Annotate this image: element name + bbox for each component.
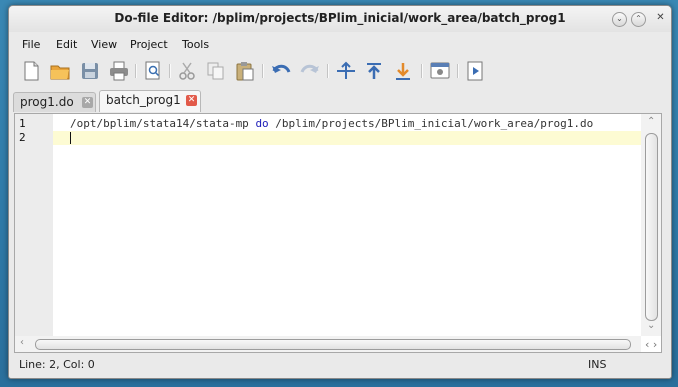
close-tab-icon[interactable]: ✕ (82, 97, 93, 108)
toolbar (9, 56, 671, 86)
scroll-down-icon[interactable]: ⌄ (647, 320, 655, 331)
current-line-highlight (53, 131, 641, 145)
copy-icon[interactable] (205, 60, 227, 82)
menu-tools[interactable]: Tools (182, 38, 209, 51)
line-number: 1 (19, 117, 26, 130)
status-bar: Line: 2, Col: 0 INS (9, 354, 671, 376)
do-file-editor-window: Do-file Editor: /bplim/projects/BPlim_in… (8, 5, 672, 379)
tab-batch-prog1[interactable]: batch_prog1 ✕ (99, 90, 201, 112)
shift-down-icon[interactable] (392, 60, 414, 82)
code-text: /opt/bplim/stata14/stata-mp (70, 117, 256, 130)
insert-mode-indicator: INS (588, 358, 607, 371)
tab-batch-prog1-label: batch_prog1 (106, 93, 181, 107)
menu-file[interactable]: File (22, 38, 40, 51)
find-icon[interactable] (142, 60, 164, 82)
horizontal-scrollbar[interactable]: ‹ (15, 336, 641, 352)
menu-edit[interactable]: Edit (56, 38, 77, 51)
minimize-icon[interactable]: ⌄ (612, 12, 627, 27)
paste-icon[interactable] (234, 60, 256, 82)
code-text: /bplim/projects/BPlim_inicial/work_area/… (268, 117, 594, 130)
execute-icon[interactable] (464, 60, 486, 82)
print-icon[interactable] (108, 60, 130, 82)
keyword-do: do (255, 117, 269, 130)
text-caret (70, 132, 71, 144)
cursor-position: Line: 2, Col: 0 (19, 358, 95, 371)
line-number-gutter: 1 2 (15, 114, 53, 352)
indent-icon[interactable] (335, 60, 357, 82)
tab-prog1[interactable]: prog1.do ✕ (13, 92, 96, 112)
line-number: 2 (19, 131, 26, 144)
cut-icon[interactable] (176, 60, 198, 82)
toolbar-separator (262, 64, 264, 78)
new-file-icon[interactable] (20, 60, 42, 82)
scroll-up-icon[interactable]: ⌃ (647, 116, 655, 127)
close-icon[interactable]: ✕ (654, 12, 667, 25)
maximize-icon[interactable]: ⌃ (631, 12, 646, 27)
toolbar-separator (135, 64, 137, 78)
scroll-left-icon[interactable]: ‹ (20, 337, 24, 348)
save-icon[interactable] (79, 60, 101, 82)
vertical-scroll-thumb[interactable] (645, 133, 658, 321)
open-folder-icon[interactable] (49, 60, 71, 82)
toolbar-separator (169, 64, 171, 78)
close-tab-icon[interactable]: ✕ (186, 95, 197, 106)
code-line-1[interactable]: /opt/bplim/stata14/stata-mp do /bplim/pr… (70, 117, 593, 130)
tab-prog1-label: prog1.do (20, 95, 74, 109)
toolbar-separator (327, 64, 329, 78)
vertical-scrollbar[interactable]: ⌃ ⌄ (641, 114, 661, 336)
tab-bar: prog1.do ✕ batch_prog1 ✕ (9, 89, 671, 113)
redo-icon[interactable] (299, 60, 321, 82)
toolbar-separator (421, 64, 423, 78)
scroll-left-right-icon[interactable]: ‹ › (645, 338, 657, 351)
preview-icon[interactable] (429, 60, 451, 82)
shift-up-icon[interactable] (363, 60, 385, 82)
menu-view[interactable]: View (91, 38, 117, 51)
undo-icon[interactable] (270, 60, 292, 82)
title-bar[interactable]: Do-file Editor: /bplim/projects/BPlim_in… (9, 6, 671, 32)
toolbar-separator (457, 64, 459, 78)
window-title: Do-file Editor: /bplim/projects/BPlim_in… (114, 11, 566, 25)
code-editor[interactable]: 1 2 /opt/bplim/stata14/stata-mp do /bpli… (14, 113, 662, 353)
menu-project[interactable]: Project (130, 38, 168, 51)
horizontal-scroll-thumb[interactable] (35, 339, 631, 350)
